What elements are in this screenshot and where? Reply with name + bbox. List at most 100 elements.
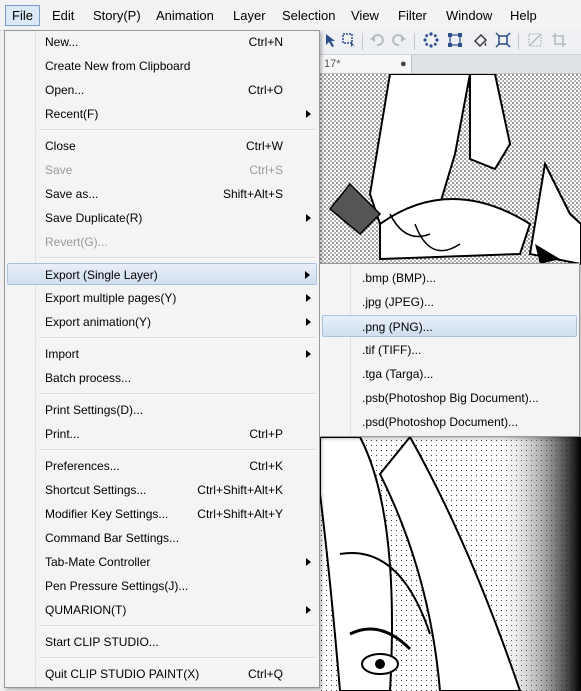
menu-item-save: Save Ctrl+S (7, 159, 317, 181)
menu-item-shortcut: Ctrl+W (246, 139, 283, 153)
menu-item-label: Recent(F) (45, 107, 99, 121)
submenu-item-tif[interactable]: .tif (TIFF)... (322, 339, 577, 361)
submenu-item-png[interactable]: .png (PNG)... (322, 315, 577, 337)
menu-separator (39, 337, 315, 339)
menu-item-export-animation[interactable]: Export animation(Y) (7, 311, 317, 333)
undo-icon[interactable] (368, 32, 386, 50)
menu-layer[interactable]: Layer (227, 6, 272, 26)
menu-item-shortcut: Ctrl+O (247, 83, 283, 97)
menu-item-recent[interactable]: Recent(F) (7, 103, 317, 125)
submenu-item-bmp[interactable]: .bmp (BMP)... (322, 267, 577, 289)
menu-item-pen-pressure-settings[interactable]: Pen Pressure Settings(J)... (7, 575, 317, 597)
menu-item-label: Import (45, 347, 80, 361)
menu-separator (39, 129, 315, 131)
menu-item-quit[interactable]: Quit CLIP STUDIO PAINT(X) Ctrl+Q (7, 663, 317, 685)
menu-item-modifier-key-settings[interactable]: Modifier Key Settings... Ctrl+Shift+Alt+… (7, 503, 317, 525)
menu-item-shortcut: Ctrl+S (249, 163, 283, 177)
menu-item-label: .tif (TIFF)... (362, 343, 422, 357)
crop-icon[interactable] (550, 32, 568, 50)
submenu-item-psb[interactable]: .psb(Photoshop Big Document)... (322, 387, 577, 409)
menu-bar: File Edit Story(P) Animation Layer Selec… (0, 0, 581, 31)
menu-item-label: Pen Pressure Settings(J)... (45, 579, 189, 593)
menu-item-create-new-from-clipboard[interactable]: Create New from Clipboard (7, 55, 317, 77)
menu-edit[interactable]: Edit (46, 6, 80, 26)
submenu-arrow-icon (306, 606, 311, 614)
menu-item-label: Command Bar Settings... (45, 531, 180, 545)
menu-item-label: Print Settings(D)... (45, 403, 144, 417)
submenu-arrow-icon (306, 214, 311, 222)
menu-item-label: Export (Single Layer) (45, 268, 158, 282)
transform-icon[interactable] (446, 32, 464, 50)
menu-item-label: Quit CLIP STUDIO PAINT(X) (45, 667, 200, 681)
menu-help[interactable]: Help (504, 6, 543, 26)
menu-item-shortcut: Ctrl+Shift+Alt+K (197, 483, 283, 497)
submenu-arrow-icon (306, 558, 311, 566)
menu-item-batch-process[interactable]: Batch process... (7, 367, 317, 389)
file-menu-dropdown: New... Ctrl+N Create New from Clipboard … (4, 30, 320, 688)
fit-icon[interactable] (494, 32, 512, 50)
menu-item-preferences[interactable]: Preferences... Ctrl+K (7, 455, 317, 477)
menu-file[interactable]: File (5, 5, 40, 26)
menu-item-label: .bmp (BMP)... (362, 271, 437, 285)
menu-item-label: Shortcut Settings... (45, 483, 147, 497)
menu-view[interactable]: View (345, 6, 385, 26)
menu-story[interactable]: Story(P) (87, 6, 147, 26)
menu-item-shortcut: Ctrl+N (248, 35, 283, 49)
menu-item-label: Close (45, 139, 76, 153)
menu-item-save-duplicate[interactable]: Save Duplicate(R) (7, 207, 317, 229)
menu-item-shortcut-settings[interactable]: Shortcut Settings... Ctrl+Shift+Alt+K (7, 479, 317, 501)
menu-item-label: .png (PNG)... (362, 320, 433, 334)
menu-item-label: Save as... (45, 187, 99, 201)
command-bar (320, 30, 581, 55)
menu-item-label: Open... (45, 83, 85, 97)
submenu-arrow-icon (306, 110, 311, 118)
menu-separator (39, 449, 315, 451)
menu-item-label: .psb(Photoshop Big Document)... (362, 391, 539, 405)
menu-item-close[interactable]: Close Ctrl+W (7, 135, 317, 157)
submenu-arrow-icon (306, 318, 311, 326)
menu-item-label: Tab-Mate Controller (45, 555, 151, 569)
menu-item-print[interactable]: Print... Ctrl+P (7, 423, 317, 445)
menu-item-label: Create New from Clipboard (45, 59, 191, 73)
menu-item-import[interactable]: Import (7, 343, 317, 365)
select-arrow-icon[interactable] (322, 32, 340, 50)
menu-item-label: QUMARION(T) (45, 603, 127, 617)
menu-filter[interactable]: Filter (392, 6, 433, 26)
clear-icon[interactable] (526, 32, 544, 50)
menu-separator (39, 257, 315, 259)
submenu-item-jpg[interactable]: .jpg (JPEG)... (322, 291, 577, 313)
menu-item-print-settings[interactable]: Print Settings(D)... (7, 399, 317, 421)
submenu-item-psd[interactable]: .psd(Photoshop Document)... (322, 411, 577, 433)
menu-item-label: Batch process... (45, 371, 132, 385)
menu-item-export-multiple-pages[interactable]: Export multiple pages(Y) (7, 287, 317, 309)
document-tab-bar: 17* ● (320, 55, 581, 74)
fill-icon[interactable] (472, 32, 490, 50)
menu-item-save-as[interactable]: Save as... Shift+Alt+S (7, 183, 317, 205)
menu-window[interactable]: Window (440, 6, 498, 26)
loading-icon[interactable] (422, 32, 440, 50)
menu-item-open[interactable]: Open... Ctrl+O (7, 79, 317, 101)
menu-selection[interactable]: Selection (276, 6, 341, 26)
menu-animation[interactable]: Animation (150, 6, 220, 26)
menu-item-label: Save Duplicate(R) (45, 211, 143, 225)
document-tab[interactable]: 17* ● (320, 55, 412, 73)
menu-item-new[interactable]: New... Ctrl+N (7, 31, 317, 53)
menu-item-export-single-layer[interactable]: Export (Single Layer) (7, 263, 317, 285)
submenu-item-tga[interactable]: .tga (Targa)... (322, 363, 577, 385)
tab-close-dot-icon[interactable]: ● (400, 55, 407, 73)
redo-icon[interactable] (390, 32, 408, 50)
menu-item-qumarion[interactable]: QUMARION(T) (7, 599, 317, 621)
menu-separator (39, 393, 315, 395)
menu-item-shortcut: Ctrl+K (249, 459, 283, 473)
menu-item-tab-mate-controller[interactable]: Tab-Mate Controller (7, 551, 317, 573)
menu-item-label: .tga (Targa)... (362, 367, 434, 381)
lasso-select-icon[interactable] (340, 32, 358, 50)
export-single-layer-submenu: .bmp (BMP)... .jpg (JPEG)... .png (PNG).… (319, 263, 580, 437)
menu-item-command-bar-settings[interactable]: Command Bar Settings... (7, 527, 317, 549)
menu-item-revert: Revert(G)... (7, 231, 317, 253)
menu-separator (39, 625, 315, 627)
menu-item-start-clip-studio[interactable]: Start CLIP STUDIO... (7, 631, 317, 653)
submenu-arrow-icon (306, 294, 311, 302)
menu-item-label: Modifier Key Settings... (45, 507, 169, 521)
menu-item-label: .psd(Photoshop Document)... (362, 415, 519, 429)
